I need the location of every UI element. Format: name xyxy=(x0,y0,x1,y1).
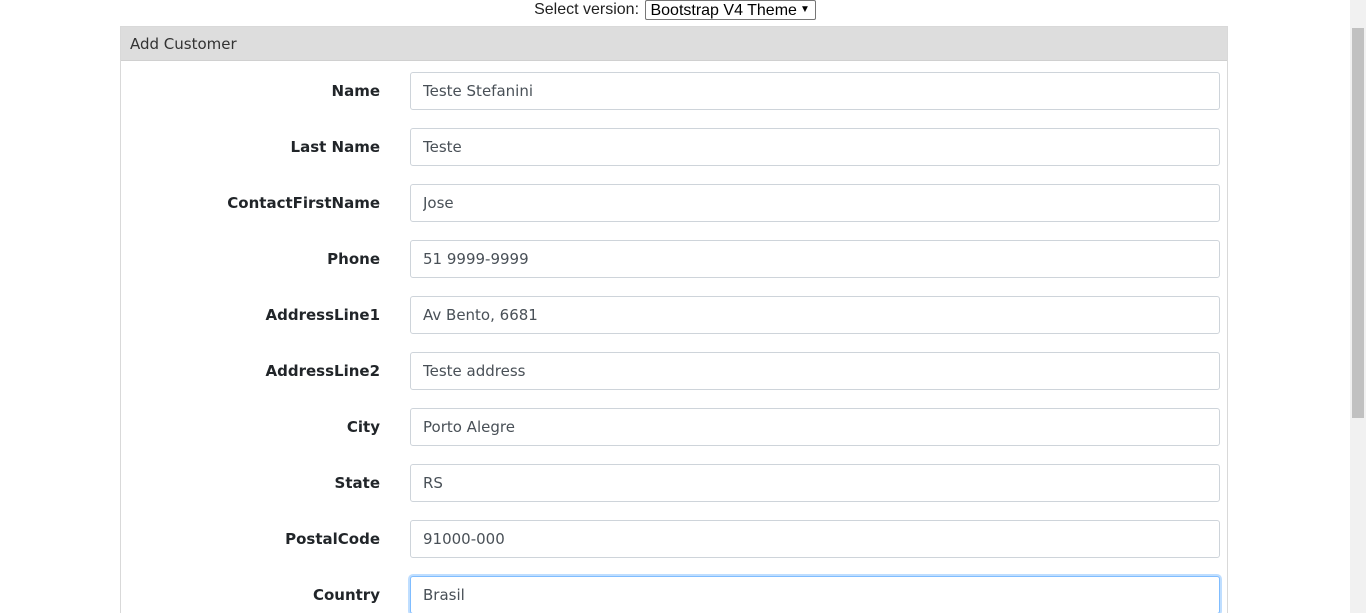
form-row-city: City xyxy=(121,407,1227,447)
country-label: Country xyxy=(312,586,380,604)
version-bar: Select version: Bootstrap V4 Theme ▼ xyxy=(0,0,1350,22)
page-scrollbar[interactable] xyxy=(1350,0,1366,613)
form-row-state: State xyxy=(121,463,1227,503)
last-name-label: Last Name xyxy=(290,138,380,156)
postal-code-input[interactable] xyxy=(410,520,1220,558)
contact-first-name-input[interactable] xyxy=(410,184,1220,222)
address-line1-input[interactable] xyxy=(410,296,1220,334)
version-select-value: Bootstrap V4 Theme xyxy=(650,2,797,19)
scrollbar-thumb[interactable] xyxy=(1352,28,1364,418)
city-input[interactable] xyxy=(410,408,1220,446)
address-line2-label: AddressLine2 xyxy=(265,362,381,380)
phone-label: Phone xyxy=(327,250,380,268)
form-row-address-line1: AddressLine1 xyxy=(121,295,1227,335)
form-row-address-line2: AddressLine2 xyxy=(121,351,1227,391)
address-line2-input[interactable] xyxy=(410,352,1220,390)
form-row-phone: Phone xyxy=(121,239,1227,279)
form-row-country: Country xyxy=(121,575,1227,613)
name-label: Name xyxy=(331,82,380,100)
postal-code-label: PostalCode xyxy=(285,530,380,548)
last-name-input[interactable] xyxy=(410,128,1220,166)
city-label: City xyxy=(346,418,380,436)
form-row-last-name: Last Name xyxy=(121,127,1227,167)
contact-first-name-label: ContactFirstName xyxy=(227,194,380,212)
country-input[interactable] xyxy=(410,576,1220,613)
add-customer-card: Add Customer Name Last Name ContactFirst… xyxy=(120,26,1228,613)
form-row-contact-first-name: ContactFirstName xyxy=(121,183,1227,223)
state-label: State xyxy=(334,474,380,492)
version-label: Select version: xyxy=(534,1,640,18)
page: Select version: Bootstrap V4 Theme ▼ Add… xyxy=(0,0,1366,613)
form-row-name: Name xyxy=(121,71,1227,111)
caret-down-icon: ▼ xyxy=(800,4,810,15)
name-input[interactable] xyxy=(410,72,1220,110)
phone-input[interactable] xyxy=(410,240,1220,278)
state-input[interactable] xyxy=(410,464,1220,502)
address-line1-label: AddressLine1 xyxy=(265,306,381,324)
card-title: Add Customer xyxy=(121,27,1227,61)
version-select[interactable]: Bootstrap V4 Theme ▼ xyxy=(645,0,816,20)
form-row-postal-code: PostalCode xyxy=(121,519,1227,559)
